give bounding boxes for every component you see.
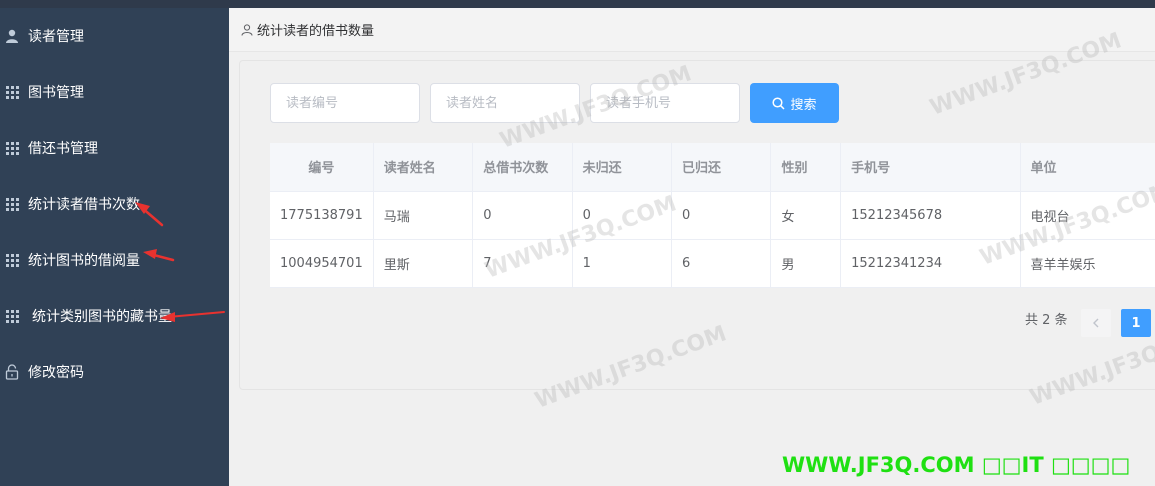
table-cell: 15212345678: [840, 191, 1021, 240]
grid-icon: [4, 252, 20, 268]
table-cell: 0: [572, 191, 673, 240]
table-row: 1004954701 里斯 7 1 6 男 15212341234 喜羊羊娱乐: [270, 239, 1155, 288]
grid-icon: [4, 84, 20, 100]
sidebar-item-label: 修改密码: [28, 365, 84, 381]
search-icon: [772, 96, 786, 110]
user-icon: [241, 23, 253, 36]
table-cell: 7: [472, 239, 573, 288]
sidebar-item-change-password[interactable]: 修改密码: [0, 344, 229, 400]
column-header: 已归还: [671, 143, 772, 192]
pagination-page-1[interactable]: 1: [1121, 309, 1151, 337]
reader-name-input[interactable]: [430, 83, 580, 123]
reader-phone-input[interactable]: [590, 83, 740, 123]
table-header-row: 编号 读者姓名 总借书次数 未归还 已归还 性别 手机号 单位: [270, 143, 1155, 192]
grid-icon: [4, 196, 20, 212]
table-cell: 喜羊羊娱乐: [1020, 239, 1155, 288]
table-cell: 电视台: [1020, 191, 1155, 240]
user-icon: [4, 28, 20, 44]
breadcrumb: 统计读者的借书数量: [229, 8, 1155, 52]
column-header: 总借书次数: [472, 143, 573, 192]
column-header: 读者姓名: [373, 143, 474, 192]
table-cell: 女: [770, 191, 842, 240]
reader-stats-table: 编号 读者姓名 总借书次数 未归还 已归还 性别 手机号 单位 17751387…: [270, 143, 1155, 288]
table-cell: 6: [671, 239, 772, 288]
lock-icon: [4, 364, 20, 380]
sidebar-item-reader-management[interactable]: 读者管理: [0, 8, 229, 64]
main-content: 统计读者的借书数量 搜索 编号 读者姓名 总借书次数 未归还 已归还 性别 手机…: [229, 8, 1155, 486]
footer-watermark: WWW.JF3Q.COM □□IT □□□□: [782, 453, 1131, 477]
chevron-left-icon: [1093, 318, 1099, 328]
sidebar-item-book-borrow-stats[interactable]: 统计图书的借阅量: [0, 232, 229, 288]
column-header: 性别: [770, 143, 842, 192]
sidebar: 读者管理 图书管理 借还书管理 统计读者借书次数 统计图书的借阅量 统计类别图书…: [0, 8, 229, 486]
table-cell: 15212341234: [840, 239, 1021, 288]
table-cell: 0: [472, 191, 573, 240]
sidebar-item-label: 读者管理: [28, 29, 84, 45]
table-cell: 马瑞: [373, 191, 474, 240]
pagination-total: 共 2 条: [1025, 313, 1068, 328]
table-cell: 里斯: [373, 239, 474, 288]
table-cell: 0: [671, 191, 772, 240]
column-header: 手机号: [840, 143, 1021, 192]
grid-icon: [4, 308, 20, 324]
pagination-prev-button[interactable]: [1081, 309, 1111, 337]
column-header: 未归还: [572, 143, 673, 192]
table-cell: 男: [770, 239, 842, 288]
search-button-label: 搜索: [790, 97, 817, 113]
reader-id-input[interactable]: [270, 83, 420, 123]
table-cell: 1: [572, 239, 673, 288]
table-cell: 1004954701: [270, 239, 374, 288]
sidebar-item-label: 统计读者借书次数: [28, 197, 140, 213]
top-bar: [0, 0, 1155, 8]
sidebar-item-label: 图书管理: [28, 85, 84, 101]
sidebar-item-label: 统计图书的借阅量: [28, 253, 140, 269]
sidebar-item-category-stock-stats[interactable]: 统计类别图书的藏书量: [0, 288, 229, 344]
sidebar-item-label: 借还书管理: [28, 141, 98, 157]
sidebar-item-borrow-return[interactable]: 借还书管理: [0, 120, 229, 176]
table-row: 1775138791 马瑞 0 0 0 女 15212345678 电视台: [270, 191, 1155, 240]
grid-icon: [4, 140, 20, 156]
column-header: 单位: [1020, 143, 1155, 192]
page-title: 统计读者的借书数量: [257, 24, 375, 39]
sidebar-item-book-management[interactable]: 图书管理: [0, 64, 229, 120]
sidebar-item-label: 统计类别图书的藏书量: [32, 309, 172, 325]
column-header: 编号: [270, 143, 374, 192]
table-cell: 1775138791: [270, 191, 374, 240]
search-button[interactable]: 搜索: [750, 83, 839, 123]
sidebar-item-reader-borrow-stats[interactable]: 统计读者借书次数: [0, 176, 229, 232]
